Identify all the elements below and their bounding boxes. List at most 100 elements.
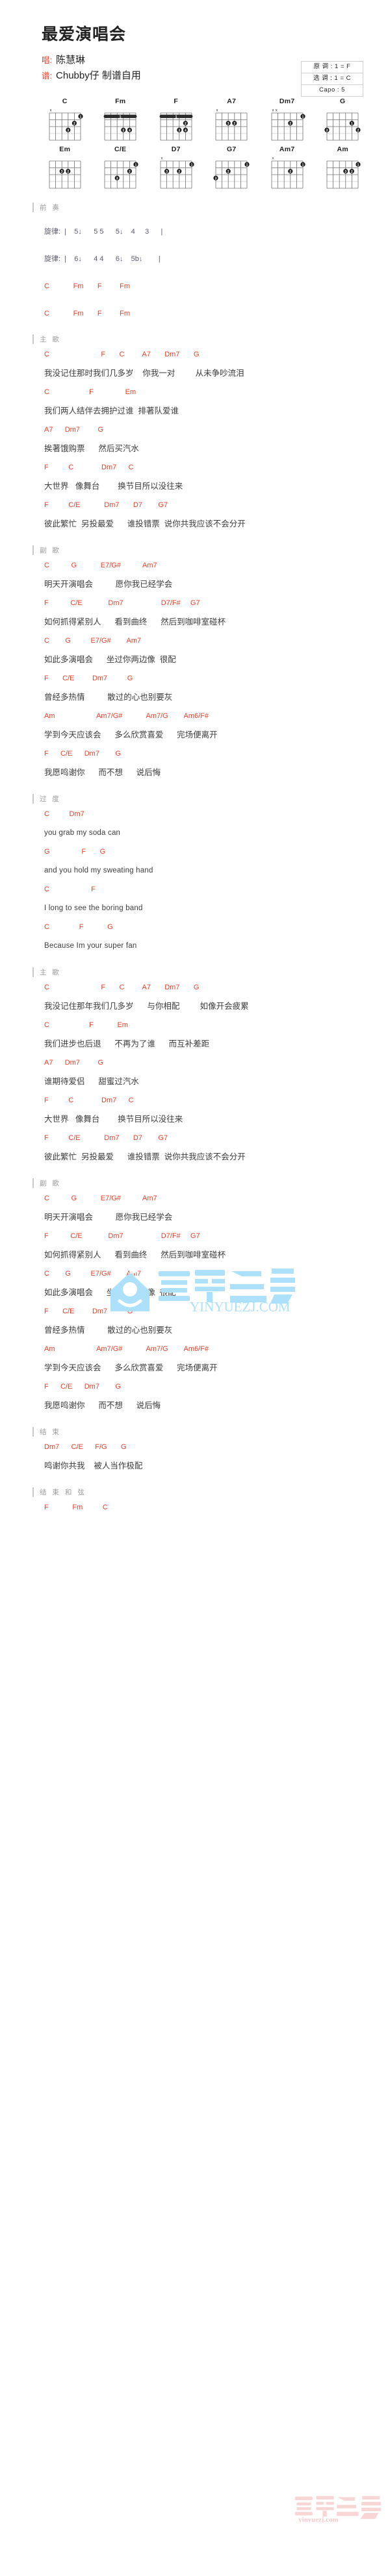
section-header: 结 束	[0, 1427, 388, 1437]
chord-line: Am Am7/G# Am7/G Am6/F#	[44, 1345, 209, 1353]
svg-text:1: 1	[357, 163, 359, 167]
lyric-line: 我们两人结伴去拥护过谁 排著队爱谁	[44, 406, 179, 415]
lyric-line: 曾经多热情 散过的心也别要灰	[44, 1326, 173, 1335]
chord-diagram-f: F 1 2 3 4	[149, 97, 203, 143]
lyric-line: 彼此繁忙 另投最爱 谁投错票 说你共我应该不会分开	[44, 1152, 246, 1161]
section-accent-bar	[32, 967, 34, 977]
lyric-line: 我愿鸣谢你 而不想 说后悔	[44, 1401, 161, 1410]
section-accent-bar	[32, 1427, 34, 1437]
svg-text:1: 1	[302, 115, 304, 119]
svg-text:3: 3	[67, 129, 69, 132]
section-label: 主 歌	[40, 335, 61, 343]
svg-text:1: 1	[246, 163, 248, 167]
chord-diagram-label: Fm	[115, 97, 126, 105]
chord-diagram-label: G	[340, 97, 346, 105]
chord-line: F C/E Dm7 D7 G7	[44, 1134, 168, 1142]
chord-line: C F Em	[44, 1021, 128, 1029]
chord-diagram-dm7: Dm7 xx 1 2	[260, 97, 315, 143]
section-label: 副 歌	[40, 1179, 61, 1187]
lyric-line: 我没记住那时我们几多岁 你我一对 从未争吵流泪	[44, 369, 244, 378]
svg-text:3: 3	[215, 177, 217, 180]
lyric-line: 我没记住那年我们几多岁 与你相配 如像开会疲累	[44, 1002, 249, 1011]
chord-line: C Fm F Fm	[44, 282, 130, 290]
chord-line: Dm7 C/E F/G G	[44, 1443, 127, 1451]
lyric-line: 如此多演唱会 坐过你两边像 很配	[44, 655, 176, 664]
lyric-line: 大世界 像舞台 换节目所以没往来	[44, 482, 183, 491]
section-label: 前 奏	[40, 203, 61, 212]
watermark-url-bottom: yinyuezj.com	[298, 2516, 338, 2523]
chord-line: F C/E Dm7 G	[44, 675, 133, 682]
svg-text:3: 3	[116, 177, 118, 180]
svg-text:1: 1	[175, 115, 177, 119]
lyric-line: and you hold my sweating hand	[44, 867, 153, 874]
chord-line: C Fm F Fm	[44, 310, 130, 317]
chord-diagram-fretboard: xx 1 2	[269, 106, 305, 143]
section-accent-bar	[32, 1178, 34, 1188]
line-spacer	[0, 241, 388, 250]
key-info-box: 原 调 : 1 = F 选 调 : 1 = C Capo : 5	[301, 61, 363, 97]
lyric-line: 大世界 像舞台 换节目所以没往来	[44, 1115, 183, 1124]
chord-line: F C/E Dm7 D7/F# G7	[44, 599, 200, 607]
chord-diagram-label: C	[62, 97, 68, 105]
chord-line: C F C A7 Dm7 G	[44, 351, 200, 358]
lyric-line: 学到今天应该会 多么欣赏喜爱 完场便离开	[44, 1363, 218, 1372]
chord-diagram-am7: Am7 x 1 2	[260, 145, 315, 191]
svg-text:x: x	[272, 109, 274, 113]
chord-diagram-label: F	[174, 97, 179, 105]
page-title: 最爱演唱会	[42, 25, 127, 43]
section-label: 副 歌	[40, 546, 61, 554]
section-header: 主 歌	[0, 967, 388, 977]
chord-diagram-am: Am 123	[316, 145, 370, 191]
svg-text:1: 1	[302, 163, 304, 167]
svg-text:3: 3	[166, 170, 168, 174]
svg-text:3: 3	[123, 129, 125, 132]
chord-line: Am Am7/G# Am7/G Am6/F#	[44, 712, 209, 720]
svg-text:x: x	[272, 157, 274, 161]
chord-line: F C/E Dm7 D7/F# G7	[44, 1232, 200, 1240]
svg-text:2: 2	[178, 170, 180, 174]
svg-text:x: x	[216, 109, 218, 113]
lyric-line: 学到今天应该会 多么欣赏喜爱 完场便离开	[44, 730, 218, 739]
svg-text:2: 2	[129, 170, 131, 174]
lyric-line: 明天开演唱会 愿你我已经学会	[44, 580, 173, 589]
chord-diagram-fretboard: x 1 2 3	[158, 155, 194, 191]
svg-text:2: 2	[73, 122, 75, 126]
svg-text:1: 1	[135, 163, 137, 167]
arranger-label: 谱:	[42, 71, 52, 80]
chord-diagram-fretboard: 1 2 3	[213, 155, 250, 191]
arranger-name: Chubby仔 制谱自用	[56, 70, 141, 81]
svg-text:3: 3	[178, 129, 180, 132]
chord-line: C G E7/G# Am7	[44, 1270, 142, 1278]
svg-text:3: 3	[61, 170, 63, 174]
chord-line: F Fm C	[44, 1504, 108, 1511]
watermark-logo-bottom: yinyuezj.com	[294, 2496, 382, 2523]
chord-diagram-d7: D7 x 1 2 3	[149, 145, 203, 191]
chord-line: C G E7/G# Am7	[44, 562, 157, 569]
chord-line: C F Em	[44, 388, 136, 396]
chord-diagram-label: G7	[226, 145, 237, 153]
lyric-line: 如何抓得紧别人 看到曲终 然后到咖啡室碰杯	[44, 617, 226, 626]
line-spacer	[0, 268, 388, 277]
chord-diagram-label: D7	[171, 145, 181, 153]
chord-sheet: 最爱演唱会 唱: 陈慧琳 谱: Chubby仔 制谱自用 原 调 : 1 = F…	[0, 0, 388, 2523]
svg-text:x: x	[49, 109, 51, 113]
chord-diagram-label: Am	[337, 145, 349, 153]
chord-line: F C Dm7 C	[44, 1096, 134, 1104]
lyric-line: I long to see the boring band	[44, 904, 143, 912]
chord-line: C F	[44, 886, 96, 893]
chord-line: F C/E Dm7 G	[44, 1307, 133, 1315]
lyric-line: 我们进步也后退 不再为了谁 而互补差距	[44, 1039, 210, 1048]
chord-line: A7 Dm7 G	[44, 1059, 104, 1067]
chord-line: C F C A7 Dm7 G	[44, 984, 200, 991]
line-spacer	[0, 295, 388, 304]
chord-diagram-a7: A7 x 2 3	[205, 97, 259, 143]
section-header: 副 歌	[0, 545, 388, 555]
svg-text:2: 2	[351, 170, 353, 174]
svg-text:x: x	[161, 157, 162, 161]
section-header: 前 奏	[0, 203, 388, 212]
lyric-line: 鸣谢你共我 被人当作极配	[44, 1461, 143, 1470]
section-accent-bar	[32, 334, 34, 344]
lyric-line: 我愿鸣谢你 而不想 说后悔	[44, 768, 161, 777]
svg-text:2: 2	[357, 129, 359, 132]
lyric-line: you grab my soda can	[44, 829, 121, 837]
